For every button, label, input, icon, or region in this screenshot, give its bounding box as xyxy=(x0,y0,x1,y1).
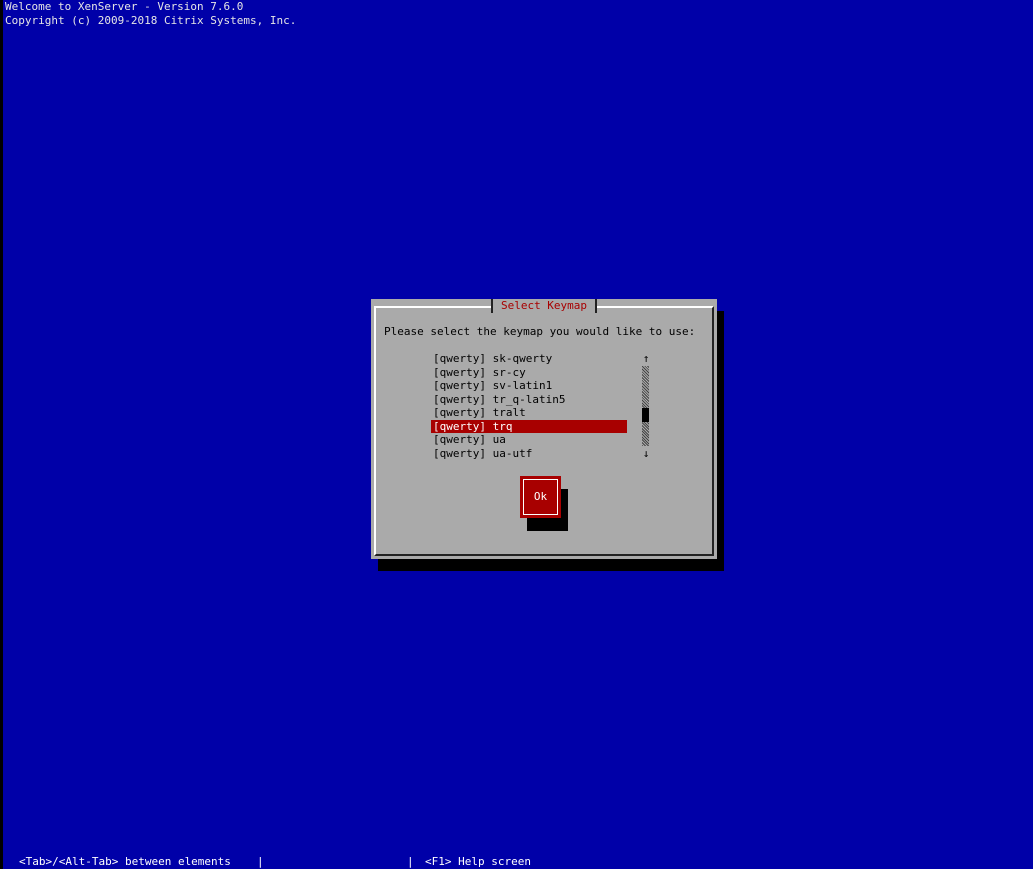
select-keymap-dialog: Select Keymap Please select the keymap y… xyxy=(371,299,717,559)
installer-screen: Welcome to XenServer - Version 7.6.0 Cop… xyxy=(0,0,1033,869)
footer-help-hint: <F1> Help screen xyxy=(425,855,531,868)
keymap-list-item-selected[interactable]: [qwerty] trq xyxy=(431,419,627,433)
footer-separator: | xyxy=(407,855,414,868)
welcome-text: Welcome to XenServer - Version 7.6.0 xyxy=(5,0,244,13)
keymap-list-item[interactable]: [qwerty] tr_q-latin5 xyxy=(431,393,627,407)
keymap-list-item[interactable]: [qwerty] ua-utf xyxy=(431,447,627,461)
copyright-text: Copyright (c) 2009-2018 Citrix Systems, … xyxy=(5,14,297,27)
ok-button-label: Ok xyxy=(523,479,558,515)
list-scrollbar[interactable]: ↑ ↓ xyxy=(642,352,650,460)
keymap-list-item[interactable]: [qwerty] sv-latin1 xyxy=(431,379,627,393)
keymap-list-item[interactable]: [qwerty] sk-qwerty xyxy=(431,352,627,366)
footer-separator: | xyxy=(257,855,264,868)
keymap-list-item[interactable]: [qwerty] sr-cy xyxy=(431,366,627,380)
keymap-listbox[interactable]: [qwerty] sk-qwerty [qwerty] sr-cy [qwert… xyxy=(431,352,631,464)
dialog-prompt: Please select the keymap you would like … xyxy=(384,325,696,338)
scroll-track[interactable] xyxy=(642,366,649,446)
dialog-title-bar: Select Keymap xyxy=(371,299,717,313)
screen-edge xyxy=(0,0,3,869)
footer-help-bar: <Tab>/<Alt-Tab> between elements | | <F1… xyxy=(0,855,1033,869)
scroll-down-arrow-icon[interactable]: ↓ xyxy=(642,447,650,460)
scroll-up-arrow-icon[interactable]: ↑ xyxy=(642,352,650,365)
dialog-title: Select Keymap xyxy=(490,299,598,313)
keymap-list-item[interactable]: [qwerty] ua xyxy=(431,433,627,447)
footer-tab-hint: <Tab>/<Alt-Tab> between elements xyxy=(19,855,231,868)
keymap-list-item[interactable]: [qwerty] tralt xyxy=(431,406,627,420)
scroll-thumb[interactable] xyxy=(642,408,649,422)
ok-button[interactable]: Ok xyxy=(520,476,561,518)
